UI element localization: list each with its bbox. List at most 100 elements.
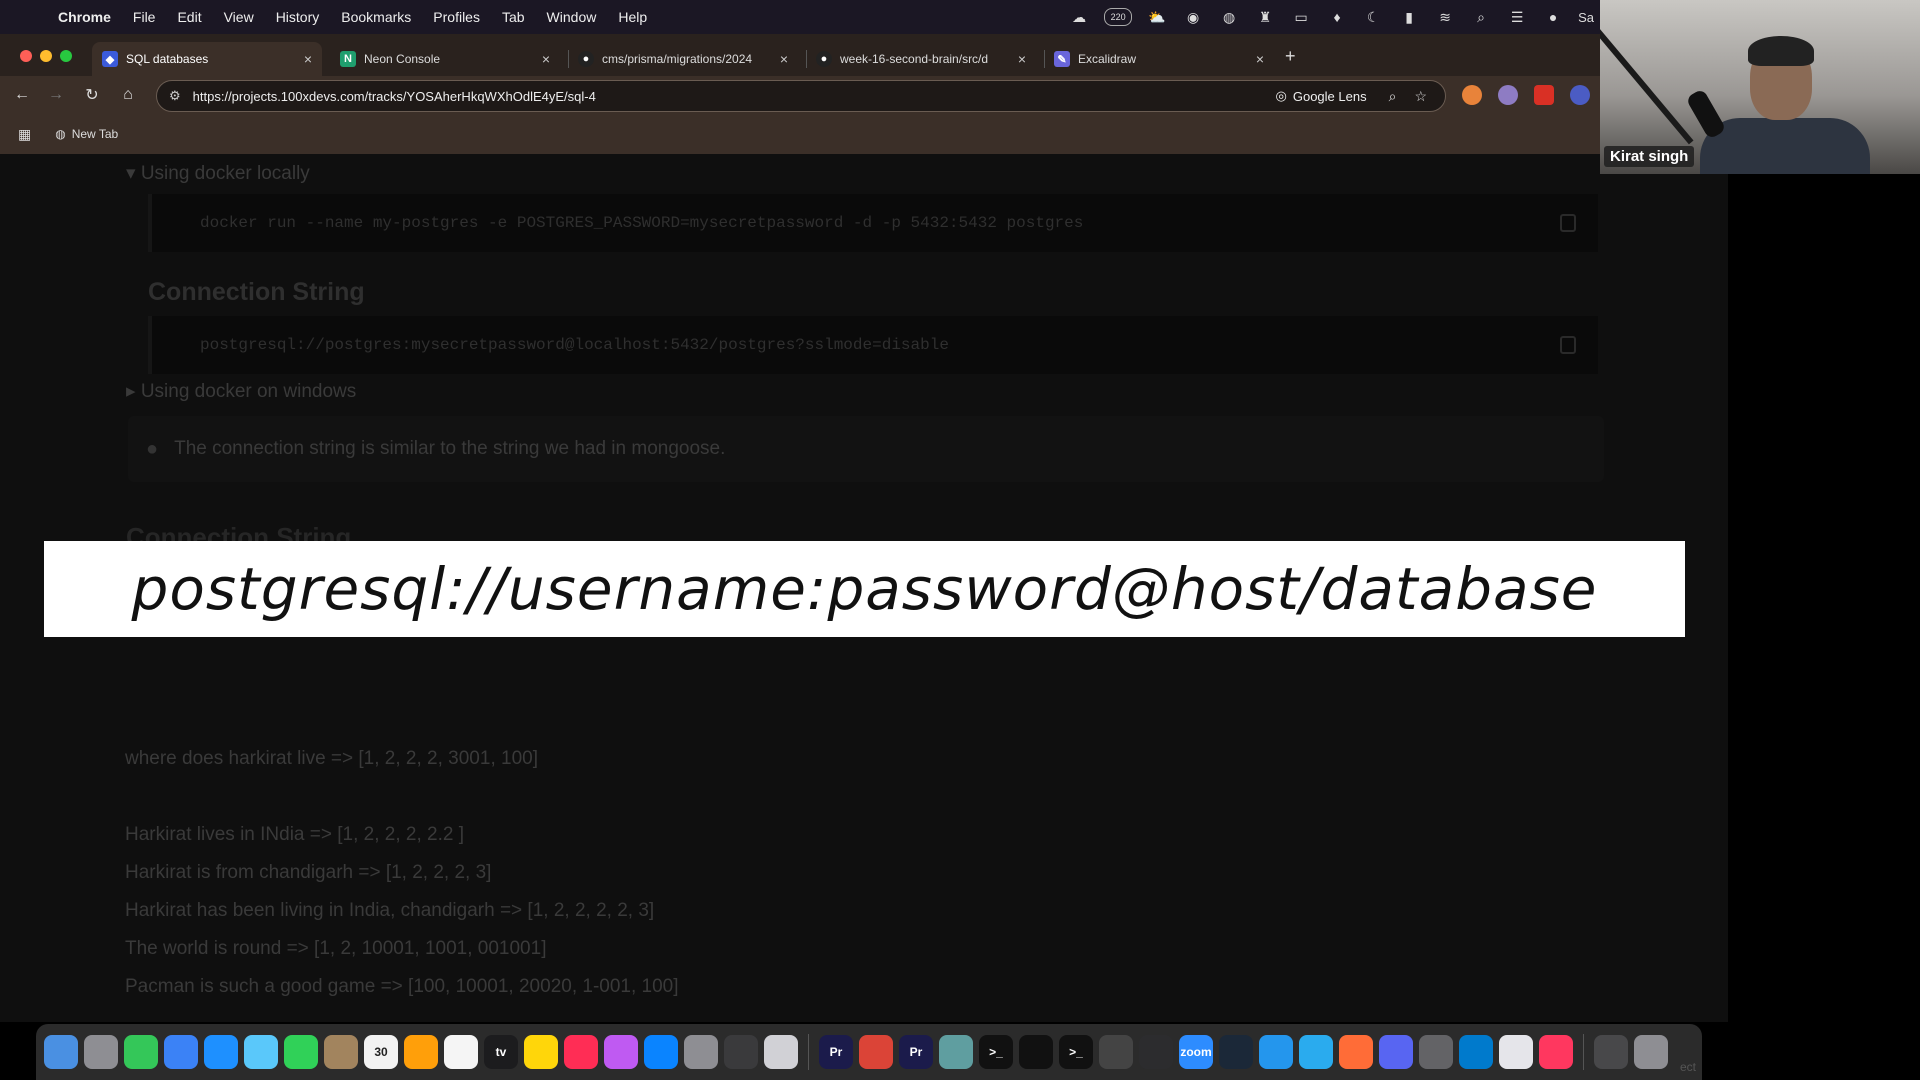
copy-icon[interactable] [1560,336,1576,354]
menu-bookmarks[interactable]: Bookmarks [341,9,411,25]
back-icon[interactable]: ← [10,83,34,107]
safari-icon[interactable] [204,1035,238,1069]
postman-icon[interactable] [1339,1035,1373,1069]
tab-sql-databases[interactable]: ◆ SQL databases × [92,42,322,76]
close-window-button[interactable] [20,50,32,62]
new-tab-button[interactable]: + [1285,46,1296,67]
bookmark-star-icon[interactable]: ☆ [1414,88,1427,105]
wifi-icon[interactable]: ≋ [1434,8,1456,26]
forward-icon[interactable]: → [44,83,68,107]
google-lens-button[interactable]: ◎ Google Lens [1276,88,1367,104]
piano-icon[interactable] [1099,1035,1133,1069]
apps-grid-icon[interactable]: ▦ [18,126,31,143]
close-icon[interactable]: × [542,51,550,67]
toggle-docker-windows[interactable]: ▸ Using docker on windows [126,380,356,403]
maps-icon[interactable] [244,1035,278,1069]
terminal-2-icon[interactable] [1019,1035,1053,1069]
trash-icon[interactable] [1634,1035,1668,1069]
reload-icon[interactable]: ↻ [80,83,104,107]
vpn-icon[interactable]: ♦ [1326,8,1348,26]
tab-excalidraw[interactable]: ✎ Excalidraw × [1044,42,1274,76]
mail-icon[interactable] [164,1035,198,1069]
siri-icon[interactable]: ● [1542,8,1564,26]
zoom-icon[interactable]: zoom [1179,1035,1213,1069]
finder-window-icon[interactable] [1594,1035,1628,1069]
metamask-icon[interactable] [1462,85,1482,105]
creative-cloud-icon[interactable] [1539,1035,1573,1069]
discord-icon[interactable] [1379,1035,1413,1069]
site-info-icon[interactable]: ⚙ [169,88,181,104]
menu-help[interactable]: Help [618,9,647,25]
dock: 30 tv Pr Pr >_ >_ zoom ect [36,1024,1702,1080]
steam-icon[interactable] [1219,1035,1253,1069]
close-icon[interactable]: × [1018,51,1026,67]
url-text[interactable]: https://projects.100xdevs.com/tracks/YOS… [193,89,1276,104]
control-center-icon[interactable]: ☰ [1506,8,1528,26]
premiere-pro-icon[interactable]: Pr [819,1035,853,1069]
preview-icon[interactable] [764,1035,798,1069]
copy-icon[interactable] [1560,214,1576,232]
eye-icon[interactable]: ◉ [1182,8,1204,26]
chrome-icon[interactable] [859,1035,893,1069]
terminal-icon[interactable]: >_ [979,1035,1013,1069]
extensions-puzzle-icon[interactable] [1570,85,1590,105]
download-icon[interactable] [1499,1035,1533,1069]
close-icon[interactable]: × [780,51,788,67]
extension-red-icon[interactable] [1534,85,1554,105]
premiere-pro-2-icon[interactable]: Pr [899,1035,933,1069]
vscode-icon[interactable] [1459,1035,1493,1069]
reminders-icon[interactable] [444,1035,478,1069]
home-icon[interactable]: ⌂ [116,83,140,107]
menu-edit[interactable]: Edit [177,9,201,25]
notes-icon[interactable] [524,1035,558,1069]
podcasts-icon[interactable] [604,1035,638,1069]
docker-command: docker run --name my-postgres -e POSTGRE… [200,214,1084,232]
telegram-icon[interactable] [1299,1035,1333,1069]
zoom-icon[interactable]: ⌕ [1389,88,1397,105]
menu-file[interactable]: File [133,9,156,25]
moon-icon[interactable]: ☾ [1362,8,1384,26]
puzzle-icon[interactable]: ♜ [1254,8,1276,26]
chromium-icon[interactable] [939,1035,973,1069]
close-icon[interactable]: × [304,51,312,67]
toggle-docker-locally[interactable]: ▾ Using docker locally [126,162,310,185]
messages-icon[interactable] [124,1035,158,1069]
facetime-icon[interactable] [284,1035,318,1069]
contacts-icon[interactable] [324,1035,358,1069]
calendar-icon[interactable]: 30 [364,1035,398,1069]
menu-view[interactable]: View [224,9,254,25]
badge-icon[interactable]: 220 [1104,8,1133,26]
activity-monitor-icon[interactable] [724,1035,758,1069]
maximize-window-button[interactable] [60,50,72,62]
bookmark-new-tab[interactable]: ◍ New Tab [55,127,118,141]
tab-prisma-migrations[interactable]: ● cms/prisma/migrations/2024 × [568,42,798,76]
screen-icon[interactable] [1419,1035,1453,1069]
finder-icon[interactable] [44,1035,78,1069]
apple-tv-icon[interactable]: tv [484,1035,518,1069]
address-bar[interactable]: ⚙ https://projects.100xdevs.com/tracks/Y… [156,80,1446,112]
cloud-icon[interactable]: ☁ [1068,8,1090,26]
menu-tab[interactable]: Tab [502,9,525,25]
app-store-icon[interactable] [644,1035,678,1069]
menu-app-name[interactable]: Chrome [58,9,111,25]
close-icon[interactable]: × [1256,51,1264,67]
launchpad-icon[interactable] [84,1035,118,1069]
music-icon[interactable] [564,1035,598,1069]
battery-icon[interactable]: ▮ [1398,8,1420,26]
extension-icon[interactable] [1498,85,1518,105]
tab-second-brain[interactable]: ● week-16-second-brain/src/d × [806,42,1036,76]
weather-icon[interactable]: ⛅ [1146,8,1168,26]
minimize-window-button[interactable] [40,50,52,62]
system-settings-icon[interactable] [684,1035,718,1069]
menu-profiles[interactable]: Profiles [433,9,480,25]
menu-history[interactable]: History [276,9,320,25]
calendar-icon[interactable]: ▭ [1290,8,1312,26]
tab-neon-console[interactable]: N Neon Console × [330,42,560,76]
console-icon[interactable] [1139,1035,1173,1069]
globe-icon[interactable]: ◍ [1218,8,1240,26]
search-icon[interactable]: ⌕ [1470,8,1492,26]
docker-icon[interactable] [1259,1035,1293,1069]
menu-window[interactable]: Window [547,9,597,25]
terminal-3-icon[interactable]: >_ [1059,1035,1093,1069]
photos-icon[interactable] [404,1035,438,1069]
